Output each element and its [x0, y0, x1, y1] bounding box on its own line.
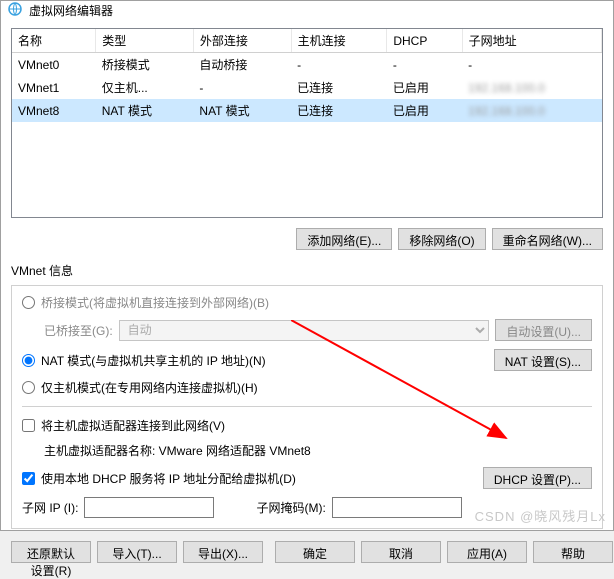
network-table[interactable]: 名称类型外部连接主机连接DHCP子网地址 VMnet0桥接模式自动桥接---VM…: [11, 28, 603, 218]
window-title: 虚拟网络编辑器: [29, 2, 113, 19]
nat-radio[interactable]: [22, 354, 35, 367]
column-header[interactable]: 主机连接: [291, 29, 387, 53]
ok-button[interactable]: 确定: [275, 541, 355, 563]
table-cell: -: [387, 53, 462, 77]
table-cell: 自动桥接: [193, 53, 291, 77]
export-button[interactable]: 导出(X)...: [183, 541, 263, 563]
import-button[interactable]: 导入(T)...: [97, 541, 177, 563]
hostonly-label: 仅主机模式(在专用网络内连接虚拟机)(H): [41, 379, 258, 396]
rename-network-button[interactable]: 重命名网络(W)...: [492, 228, 603, 250]
table-cell: -: [462, 53, 601, 77]
subnet-ip-input[interactable]: [84, 497, 214, 518]
table-cell: VMnet8: [12, 99, 96, 122]
subnet-mask-label: 子网掩码(M):: [256, 499, 325, 516]
connect-host-label: 将主机虚拟适配器连接到此网络(V): [41, 417, 225, 434]
bridged-to-label: 已桥接至(G):: [44, 322, 113, 339]
table-cell: 已启用: [387, 99, 462, 122]
table-cell: 已连接: [291, 99, 387, 122]
table-cell: NAT 模式: [96, 99, 194, 122]
use-dhcp-checkbox[interactable]: [22, 472, 35, 485]
auto-settings-button: 自动设置(U)...: [495, 319, 592, 341]
subnet-mask-input[interactable]: [332, 497, 462, 518]
table-cell: VMnet0: [12, 53, 96, 77]
table-cell: NAT 模式: [193, 99, 291, 122]
nat-settings-button[interactable]: NAT 设置(S)...: [494, 349, 592, 371]
table-row[interactable]: VMnet8NAT 模式NAT 模式已连接已启用192.168.100.0: [12, 99, 602, 122]
column-header[interactable]: DHCP: [387, 29, 462, 53]
dhcp-settings-button[interactable]: DHCP 设置(P)...: [483, 467, 592, 489]
remove-network-button[interactable]: 移除网络(O): [398, 228, 485, 250]
bridged-radio[interactable]: [22, 296, 35, 309]
column-header[interactable]: 外部连接: [193, 29, 291, 53]
connect-host-checkbox[interactable]: [22, 419, 35, 432]
table-cell: 已启用: [387, 76, 462, 99]
vmnet-info-label: VMnet 信息: [11, 262, 603, 279]
app-icon: [7, 1, 23, 20]
bridged-label: 桥接模式(将虚拟机直接连接到外部网络)(B): [41, 294, 269, 311]
table-cell: 已连接: [291, 76, 387, 99]
table-cell: 仅主机...: [96, 76, 194, 99]
restore-defaults-button[interactable]: 还原默认设置(R): [11, 541, 91, 563]
help-button[interactable]: 帮助: [533, 541, 613, 563]
table-cell: 192.168.100.0: [462, 76, 601, 99]
adapter-name-label: 主机虚拟适配器名称: VMware 网络适配器 VMnet8: [44, 442, 311, 459]
hostonly-radio[interactable]: [22, 381, 35, 394]
cancel-button[interactable]: 取消: [361, 541, 441, 563]
table-cell: -: [291, 53, 387, 77]
column-header[interactable]: 子网地址: [462, 29, 601, 53]
table-cell: VMnet1: [12, 76, 96, 99]
column-header[interactable]: 名称: [12, 29, 96, 53]
table-cell: 桥接模式: [96, 53, 194, 77]
apply-button[interactable]: 应用(A): [447, 541, 527, 563]
table-row[interactable]: VMnet0桥接模式自动桥接---: [12, 53, 602, 77]
nat-label: NAT 模式(与虚拟机共享主机的 IP 地址)(N): [41, 352, 266, 369]
table-row[interactable]: VMnet1仅主机...-已连接已启用192.168.100.0: [12, 76, 602, 99]
table-cell: -: [193, 76, 291, 99]
subnet-ip-label: 子网 IP (I):: [22, 499, 78, 516]
use-dhcp-label: 使用本地 DHCP 服务将 IP 地址分配给虚拟机(D): [41, 470, 296, 487]
bridged-to-select: 自动: [119, 320, 490, 341]
table-cell: 192.168.100.0: [462, 99, 601, 122]
column-header[interactable]: 类型: [96, 29, 194, 53]
add-network-button[interactable]: 添加网络(E)...: [296, 228, 392, 250]
